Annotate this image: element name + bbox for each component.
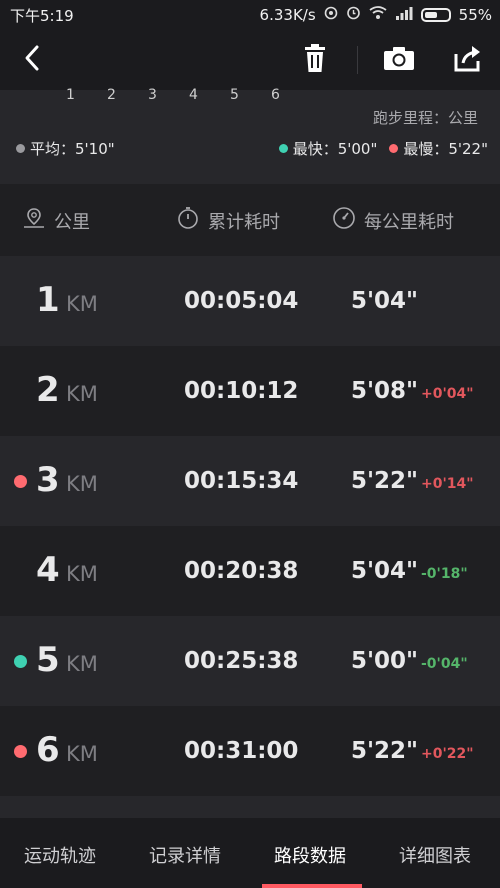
camera-button[interactable]	[378, 38, 420, 82]
tick-label: 5	[230, 87, 239, 103]
row-cumulative-time: 00:15:34	[184, 468, 299, 494]
toolbar-divider	[357, 46, 358, 74]
row-km-number: 3	[36, 460, 60, 500]
tick-label: 2	[107, 87, 116, 103]
tab-detailed-charts[interactable]: 详细图表	[399, 842, 471, 868]
header-km-label: 公里	[54, 211, 90, 233]
header-cumulative: 累计耗时	[176, 206, 280, 235]
row-km-number: 2	[36, 370, 60, 410]
chart-x-ticks: 1 2 3 4 5 6	[66, 87, 312, 103]
tab-segment-data[interactable]: 路段数据	[274, 842, 346, 868]
row-km-unit: KM	[66, 292, 98, 316]
top-toolbar	[0, 30, 500, 90]
location-icon	[22, 206, 46, 235]
battery-icon	[420, 7, 451, 22]
wifi-icon	[369, 5, 387, 24]
row-pace-diff: -0'18"	[421, 566, 468, 582]
sync-icon	[324, 6, 338, 24]
tick-label: 1	[66, 87, 75, 103]
row-km-unit: KM	[66, 562, 98, 586]
row-km-unit: KM	[66, 652, 98, 676]
speedometer-icon	[332, 206, 356, 235]
tab-track[interactable]: 运动轨迹	[24, 842, 96, 868]
header-pace-label: 每公里耗时	[364, 211, 454, 233]
header-pace: 每公里耗时	[332, 206, 454, 235]
bottom-tab-bar: 运动轨迹 记录详情 路段数据 详细图表	[0, 818, 500, 888]
row-cumulative-time: 00:25:38	[184, 648, 299, 674]
back-button[interactable]	[14, 38, 50, 82]
battery-percent: 55%	[458, 5, 492, 24]
row-cumulative-time: 00:20:38	[184, 558, 299, 584]
status-time: 下午5:19	[10, 7, 74, 25]
row-pace: 5'08"	[351, 378, 419, 404]
tick-label: 3	[148, 87, 157, 103]
tab-record-details[interactable]: 记录详情	[149, 842, 221, 868]
table-row[interactable]: 4 KM 00:20:38 5'04" -0'18"	[0, 526, 500, 616]
average-text: 平均：5'10"	[30, 140, 115, 158]
table-row[interactable]: 3 KM 00:15:34 5'22" +0'14"	[0, 436, 500, 526]
fastest-dot	[278, 144, 288, 153]
slowest-text: 最慢：5'22"	[403, 140, 488, 158]
chart-area: 1 2 3 4 5 6 跑步里程：公里 平均：5'10" 最快：5'00" 最慢：5'22…	[0, 87, 500, 184]
legend-average: 平均：5'10"	[16, 138, 115, 159]
fastest-marker	[14, 655, 27, 668]
back-icon	[22, 44, 42, 76]
table-row[interactable]: 1 KM 00:05:04 5'04"	[0, 256, 500, 346]
table-row[interactable]: 5 KM 00:25:38 5'00" -0'04"	[0, 616, 500, 706]
fastest-text: 最快：5'00"	[292, 140, 378, 158]
table-row-partial	[0, 796, 500, 818]
status-bar: 下午5:19 6.33K/s 55%	[0, 0, 500, 30]
row-km-number: 1	[36, 280, 60, 320]
camera-icon	[383, 45, 415, 75]
trash-icon	[302, 43, 328, 77]
average-dot	[16, 144, 25, 153]
share-button[interactable]	[446, 38, 490, 82]
row-km-number: 5	[36, 640, 60, 680]
row-km-unit: KM	[66, 472, 98, 496]
tick-label: 6	[271, 87, 280, 103]
stopwatch-icon	[176, 206, 200, 235]
row-pace-diff: +0'14"	[421, 476, 474, 492]
table-row[interactable]: 6 KM 00:31:00 5'22" +0'22"	[0, 706, 500, 796]
row-km-number: 6	[36, 730, 60, 770]
row-pace: 5'22"	[351, 738, 419, 764]
header-cumulative-label: 累计耗时	[208, 211, 280, 233]
row-cumulative-time: 00:31:00	[184, 738, 299, 764]
signal-icon	[395, 6, 413, 24]
table-row[interactable]: 2 KM 00:10:12 5'08" +0'04"	[0, 346, 500, 436]
header-km: 公里	[22, 206, 90, 235]
slowest-dot	[389, 144, 399, 153]
row-km-unit: KM	[66, 382, 98, 406]
active-tab-indicator	[262, 884, 362, 888]
slowest-marker	[14, 475, 27, 488]
slowest-marker	[14, 745, 27, 758]
row-pace-diff: -0'04"	[421, 656, 468, 672]
share-icon	[453, 44, 483, 76]
network-speed: 6.33K/s	[259, 5, 316, 24]
row-km-unit: KM	[66, 742, 98, 766]
row-pace: 5'04"	[351, 558, 419, 584]
row-km-number: 4	[36, 550, 60, 590]
row-pace: 5'00"	[351, 648, 419, 674]
row-pace-diff: +0'22"	[421, 746, 474, 762]
legend-fast-slow: 最快：5'00" 最慢：5'22"	[278, 138, 488, 159]
status-right: 6.33K/s 55%	[260, 5, 492, 24]
delete-button[interactable]	[294, 38, 336, 82]
row-cumulative-time: 00:05:04	[184, 288, 299, 314]
row-pace: 5'22"	[351, 468, 419, 494]
row-cumulative-time: 00:10:12	[184, 378, 299, 404]
alarm-icon	[346, 5, 361, 24]
row-pace-diff: +0'04"	[421, 386, 474, 402]
row-pace: 5'04"	[351, 288, 419, 314]
table-header: 公里 累计耗时 每公里耗时	[0, 184, 500, 256]
tick-label: 4	[189, 87, 198, 103]
distance-unit-label: 跑步里程：公里	[372, 109, 478, 127]
